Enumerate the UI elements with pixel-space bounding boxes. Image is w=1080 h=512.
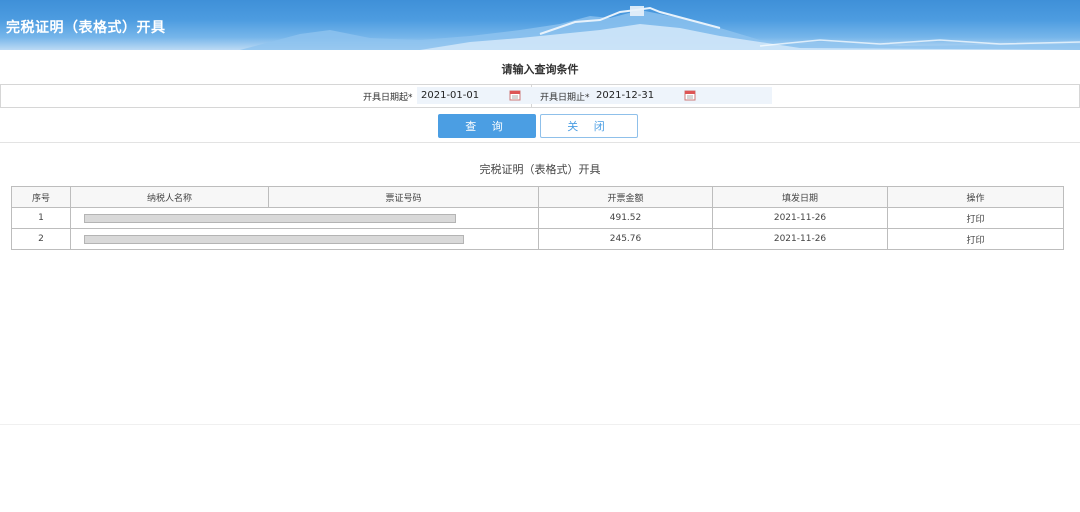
- print-link[interactable]: 打印: [887, 228, 1064, 250]
- button-row: 查 询 关 闭: [0, 108, 1080, 143]
- row-amount: 245.76: [538, 228, 713, 250]
- column-header-action: 操作: [887, 186, 1064, 208]
- redacted-cell: [70, 228, 539, 250]
- divider: [0, 424, 1080, 425]
- query-section-title: 请输入查询条件: [501, 63, 579, 76]
- query-form: 开具日期起* 开具日期止*: [0, 84, 1080, 108]
- column-header-issue-date: 填发日期: [712, 186, 888, 208]
- table-row[interactable]: 2 245.76 2021-11-26 打印: [11, 228, 1064, 250]
- print-link[interactable]: 打印: [887, 207, 1064, 229]
- close-button[interactable]: 关 闭: [540, 114, 638, 138]
- query-button[interactable]: 查 询: [438, 114, 536, 138]
- results-table: 序号 纳税人名称 票证号码 开票金额 填发日期 操作 1 491.52 2021…: [11, 186, 1064, 250]
- row-index: 2: [11, 228, 71, 250]
- table-header-row: 序号 纳税人名称 票证号码 开票金额 填发日期 操作: [11, 186, 1064, 208]
- column-header-taxpayer-name: 纳税人名称: [70, 186, 269, 208]
- end-date-label: 开具日期止*: [540, 93, 590, 103]
- row-index: 1: [11, 207, 71, 229]
- column-header-index: 序号: [11, 186, 71, 208]
- redacted-cell: [70, 207, 539, 229]
- start-date-label: 开具日期起*: [363, 93, 413, 103]
- column-header-ticket-number: 票证号码: [268, 186, 539, 208]
- calendar-icon[interactable]: [684, 89, 696, 101]
- results-title: 完税证明（表格式）开具: [479, 163, 601, 176]
- redaction-bar: [84, 213, 456, 223]
- calendar-icon[interactable]: [509, 89, 521, 101]
- row-amount: 491.52: [538, 207, 713, 229]
- end-date-input[interactable]: [592, 87, 772, 104]
- page-header: 完税证明（表格式）开具: [0, 0, 1080, 50]
- row-date: 2021-11-26: [712, 228, 888, 250]
- row-date: 2021-11-26: [712, 207, 888, 229]
- table-row[interactable]: 1 491.52 2021-11-26 打印: [11, 207, 1064, 229]
- column-header-amount: 开票金额: [538, 186, 713, 208]
- redaction-bar: [84, 234, 464, 244]
- page-title: 完税证明（表格式）开具: [6, 20, 166, 36]
- start-date-cell: 开具日期起*: [1, 85, 597, 107]
